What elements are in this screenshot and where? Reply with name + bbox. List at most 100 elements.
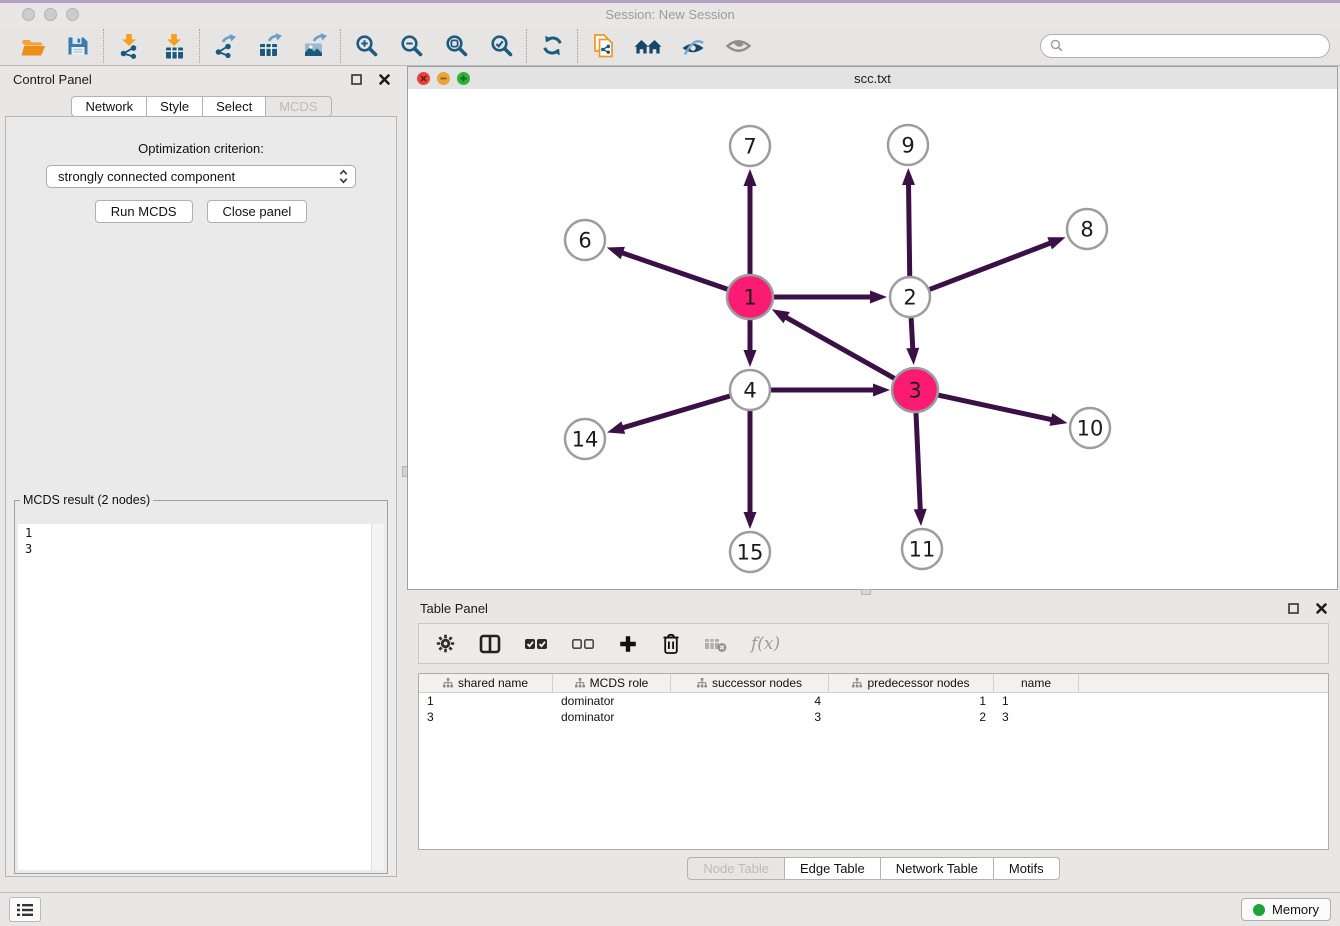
- result-scrollbar[interactable]: [371, 524, 384, 870]
- close-panel-button[interactable]: [379, 74, 390, 85]
- export-table-button[interactable]: [254, 30, 286, 62]
- memory-button[interactable]: Memory: [1241, 898, 1331, 921]
- select-all-columns-button[interactable]: [524, 635, 548, 653]
- close-table-panel-button[interactable]: [1316, 603, 1327, 614]
- criterion-dropdown-value: strongly connected component: [58, 169, 235, 184]
- table-row[interactable]: 3dominator323: [419, 709, 1328, 725]
- column-header-name[interactable]: name: [994, 674, 1079, 692]
- float-panel-button[interactable]: [351, 74, 362, 85]
- network-graph: 1234678910111415: [408, 89, 1337, 589]
- graph-edge-1-6[interactable]: [621, 252, 728, 289]
- edge-arrowhead-icon: [1050, 413, 1068, 426]
- mcds-result-text: 1 3: [25, 525, 368, 557]
- unselect-all-columns-button[interactable]: [571, 635, 595, 653]
- graph-node-label-14: 14: [572, 427, 599, 451]
- graph-edge-2-3[interactable]: [911, 318, 913, 350]
- column-header-successor-nodes[interactable]: successor nodes: [671, 674, 829, 692]
- split-panel-icon: [479, 634, 501, 654]
- memory-status-dot: [1253, 904, 1265, 916]
- zoom-out-button[interactable]: [395, 30, 427, 62]
- table-settings-button[interactable]: [435, 633, 456, 654]
- zoom-out-icon: [399, 33, 424, 58]
- table-cell: 2: [829, 710, 994, 724]
- column-header-label: name: [1021, 676, 1051, 690]
- save-session-button[interactable]: [62, 30, 94, 62]
- maximize-network-button[interactable]: [457, 72, 470, 85]
- table-cell: 3: [419, 710, 553, 724]
- add-column-button[interactable]: [618, 634, 638, 654]
- mcds-result-area[interactable]: 1 3: [18, 524, 384, 870]
- table-panel: Table Panel f(x) shared name MCDS role suc…: [407, 595, 1340, 890]
- tab-edge-table[interactable]: Edge Table: [784, 857, 881, 880]
- graph-edge-2-9[interactable]: [909, 183, 910, 276]
- tab-network-table[interactable]: Network Table: [880, 857, 994, 880]
- graph-node-label-1: 1: [743, 285, 756, 309]
- close-panel-action-button[interactable]: Close panel: [207, 200, 308, 223]
- column-header-predecessor-nodes[interactable]: predecessor nodes: [829, 674, 994, 692]
- graph-edge-3-1[interactable]: [785, 317, 895, 379]
- tab-style[interactable]: Style: [146, 96, 203, 117]
- minimize-window-button[interactable]: [44, 8, 57, 21]
- graph-edge-3-11[interactable]: [916, 413, 920, 511]
- hide-graphics-details-button[interactable]: [677, 30, 709, 62]
- table-toolbar: f(x): [418, 623, 1329, 664]
- export-network-button[interactable]: [209, 30, 241, 62]
- network-canvas[interactable]: 1234678910111415: [408, 89, 1337, 589]
- import-network-button[interactable]: [113, 30, 145, 62]
- open-session-button[interactable]: [17, 30, 49, 62]
- split-panel-button[interactable]: [479, 634, 501, 654]
- zoom-selected-button[interactable]: [485, 30, 517, 62]
- tab-node-table[interactable]: Node Table: [687, 857, 785, 880]
- delete-table-button[interactable]: [704, 635, 728, 653]
- export-image-button[interactable]: [299, 30, 331, 62]
- graph-edge-4-14[interactable]: [621, 396, 729, 428]
- control-panel-header: Control Panel: [0, 66, 403, 92]
- search-input[interactable]: [1068, 37, 1320, 54]
- search-field[interactable]: [1040, 34, 1330, 58]
- minimize-network-button[interactable]: [437, 72, 450, 85]
- column-header-label: MCDS role: [590, 676, 649, 690]
- edge-arrowhead-icon: [607, 247, 625, 259]
- attribute-type-icon: [575, 678, 585, 688]
- tab-network[interactable]: Network: [71, 96, 147, 117]
- float-table-panel-button[interactable]: [1288, 603, 1299, 614]
- close-window-button[interactable]: [22, 8, 35, 21]
- refresh-view-button[interactable]: [536, 30, 568, 62]
- criterion-dropdown[interactable]: strongly connected component: [46, 165, 356, 188]
- graph-node-label-4: 4: [743, 378, 756, 402]
- column-header-mcds-role[interactable]: MCDS role: [553, 674, 671, 692]
- task-history-button[interactable]: [9, 897, 41, 922]
- session-title: Session: New Session: [0, 3, 1340, 26]
- zoom-fit-button[interactable]: [440, 30, 472, 62]
- graph-edge-2-8[interactable]: [930, 243, 1052, 290]
- table-cell: 1: [419, 694, 553, 708]
- tab-mcds[interactable]: MCDS: [265, 96, 331, 117]
- dropdown-stepper-icon: [339, 169, 348, 184]
- control-panel: Control Panel NetworkStyleSelectMCDS Opt…: [0, 66, 403, 890]
- graph-edge-3-10[interactable]: [937, 395, 1052, 420]
- close-network-button[interactable]: [417, 72, 430, 85]
- run-mcds-button[interactable]: Run MCDS: [95, 200, 193, 223]
- show-home-networks-button[interactable]: [632, 30, 664, 62]
- table-cell: 3: [671, 710, 829, 724]
- table-row[interactable]: 1dominator411: [419, 693, 1328, 709]
- zoom-in-button[interactable]: [350, 30, 382, 62]
- main-toolbar: [0, 26, 1340, 66]
- delete-column-button[interactable]: [661, 633, 681, 655]
- edge-arrowhead-icon: [744, 350, 757, 367]
- column-header-shared-name[interactable]: shared name: [419, 674, 553, 692]
- status-bar: Memory: [0, 892, 1340, 926]
- search-icon: [1050, 39, 1063, 52]
- edge-arrowhead-icon: [870, 291, 887, 304]
- tab-select[interactable]: Select: [202, 96, 266, 117]
- table-panel-title: Table Panel: [420, 601, 1271, 616]
- function-builder-button[interactable]: f(x): [751, 634, 780, 654]
- tab-motifs[interactable]: Motifs: [993, 857, 1060, 880]
- maximize-window-button[interactable]: [66, 8, 79, 21]
- birdseye-view-button[interactable]: [722, 30, 754, 62]
- clone-network-button[interactable]: [587, 30, 619, 62]
- network-window-titlebar: scc.txt: [408, 67, 1337, 90]
- network-view-window: scc.txt 1234678910111415: [407, 66, 1338, 590]
- import-table-button[interactable]: [158, 30, 190, 62]
- table-panel-tabs: Node TableEdge TableNetwork TableMotifs: [407, 851, 1340, 885]
